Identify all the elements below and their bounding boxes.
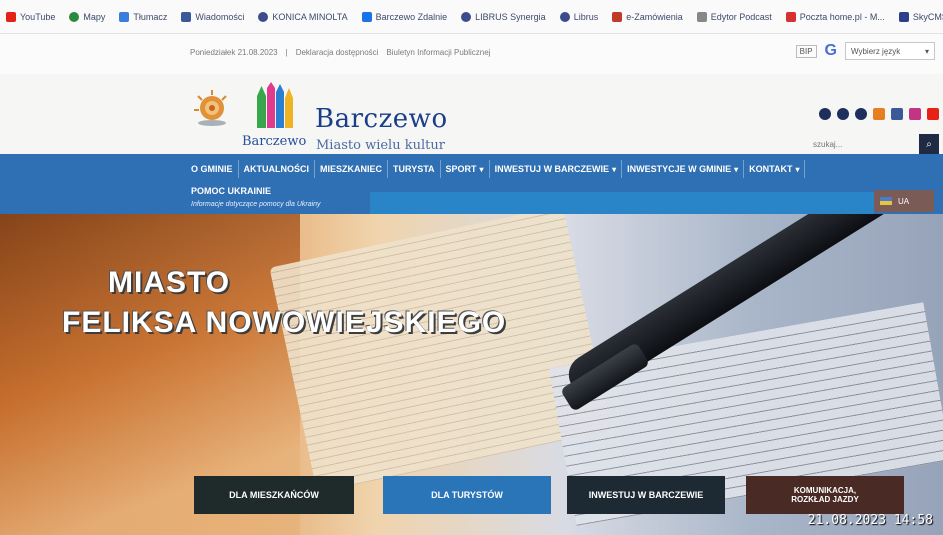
- social-icons: [819, 108, 939, 120]
- komunikacja-button[interactable]: KOMUNIKACJA, ROZKŁAD JAZDY: [746, 476, 904, 514]
- bookmark-barczewo[interactable]: Barczewo Zdalnie: [361, 11, 447, 22]
- bookmark-librus-synergia[interactable]: LIBRUS Synergia: [461, 11, 546, 22]
- bookmark-edytor[interactable]: Edytor Podcast: [696, 11, 772, 22]
- globe-icon: [559, 11, 570, 22]
- search-icon: ⌕: [926, 138, 932, 150]
- bip-link[interactable]: Biuletyn Informacji Publicznej: [386, 48, 490, 57]
- contrast-icon[interactable]: [819, 108, 831, 120]
- bookmark-poczta[interactable]: Poczta home.pl - M...: [785, 11, 885, 22]
- page-icon: [696, 11, 707, 22]
- site-subtitle: Miasto wielu kultur: [316, 138, 445, 153]
- main-nav: O GMINIE AKTUALNOŚCI MIESZKANIEC TURYSTA…: [0, 154, 943, 214]
- bookmark-wiadomosci[interactable]: Wiadomości: [181, 11, 244, 22]
- photo-timestamp: 21.08.2023 14:58: [807, 513, 933, 528]
- globe-icon: [461, 11, 472, 22]
- nav-item-o-gminie[interactable]: O GMINIE: [186, 160, 239, 178]
- search-input[interactable]: [807, 134, 919, 154]
- youtube-icon: [6, 11, 16, 22]
- map-pin-icon: [69, 11, 80, 22]
- triangle-icon: [361, 11, 372, 22]
- nav-item-inwestycje[interactable]: INWESTYCJE W GMINIE: [622, 160, 745, 178]
- rss-icon[interactable]: [873, 108, 885, 120]
- site-header: Barczewo Barczewo Miasto wielu kultur ⌕: [0, 74, 943, 154]
- hero-heading-line1: MIASTO: [108, 266, 231, 299]
- language-select[interactable]: Wybierz język ▾: [845, 42, 935, 60]
- hero-heading-line2: FELIKSA NOWOWIEJSKIEGO: [62, 306, 507, 339]
- nav-strip: [370, 192, 874, 214]
- mail-icon: [785, 11, 796, 22]
- search-button[interactable]: ⌕: [919, 134, 939, 154]
- hero-background-book: [269, 214, 611, 493]
- flag-icon: [612, 11, 623, 22]
- facebook-icon[interactable]: [891, 108, 903, 120]
- nav-item-inwestuj[interactable]: INWESTUJ W BARCZEWIE: [490, 160, 623, 178]
- bookmark-librus[interactable]: Librus: [559, 11, 598, 22]
- inwestuj-button[interactable]: INWESTUJ W BARCZEWIE: [567, 476, 725, 514]
- nav-item-turysta[interactable]: TURYSTA: [388, 160, 441, 178]
- bookmark-ezamowienia[interactable]: e-Zamówienia: [612, 11, 683, 22]
- top-info-bar: Poniedziałek 21.08.2023 | Deklaracja dos…: [0, 34, 943, 74]
- nav-item-kontakt[interactable]: KONTAKT: [744, 160, 806, 178]
- hero-buttons: DLA MIESZKAŃCÓW DLA TURYSTÓW INWESTUJ W …: [0, 476, 943, 516]
- search-row: ⌕: [807, 134, 939, 154]
- bookmark-youtube[interactable]: YouTube: [6, 11, 55, 22]
- globe-icon: [258, 11, 269, 22]
- bip-badge[interactable]: BIP: [795, 44, 817, 58]
- contrast-icon[interactable]: [837, 108, 849, 120]
- accessibility-link[interactable]: Deklaracja dostępności: [296, 48, 379, 57]
- nav-item-pomoc-ukrainie[interactable]: POMOC UKRAINIE: [186, 186, 276, 196]
- logo-caption: Barczewo: [242, 134, 307, 149]
- top-info-left: Poniedziałek 21.08.2023 | Deklaracja dos…: [190, 48, 491, 57]
- bookmarks-bar: YouTube Mapy Tłumacz Wiadomości KONICA M…: [0, 0, 943, 34]
- towers-logo-icon[interactable]: [255, 82, 295, 130]
- youtube-icon[interactable]: [927, 108, 939, 120]
- bookmark-tlumacz[interactable]: Tłumacz: [119, 11, 167, 22]
- book-icon: [898, 11, 909, 22]
- dla-mieszkancow-button[interactable]: DLA MIESZKAŃCÓW: [194, 476, 354, 514]
- nav-item-aktualnosci[interactable]: AKTUALNOŚCI: [239, 160, 316, 178]
- nav-subnote: Informacje dotyczące pomocy dla Ukrainy: [191, 201, 321, 208]
- language-area: BIP G Wybierz język ▾: [795, 42, 935, 60]
- google-translate-icon: G: [824, 42, 837, 59]
- instagram-icon[interactable]: [909, 108, 921, 120]
- bookmark-konica[interactable]: KONICA MINOLTA: [258, 11, 348, 22]
- contrast-icon[interactable]: [855, 108, 867, 120]
- translate-icon: [119, 11, 130, 22]
- ukraine-flag-icon: [880, 197, 892, 205]
- current-date: Poniedziałek 21.08.2023: [190, 48, 278, 57]
- hero-banner: MIASTO FELIKSA NOWOWIEJSKIEGO DLA MIESZK…: [0, 214, 943, 535]
- news-icon: [181, 11, 192, 22]
- dla-turystow-button[interactable]: DLA TURYSTÓW: [383, 476, 551, 514]
- chevron-down-icon: ▾: [924, 46, 929, 56]
- ua-language-button[interactable]: UA: [874, 190, 934, 212]
- nav-item-mieszkaniec[interactable]: MIESZKANIEC: [315, 160, 389, 178]
- nav-item-sport[interactable]: SPORT: [441, 160, 490, 178]
- snail-logo-icon[interactable]: [192, 88, 232, 128]
- bookmark-mapy[interactable]: Mapy: [69, 11, 105, 22]
- nav-row: O GMINIE AKTUALNOŚCI MIESZKANIEC TURYSTA…: [186, 160, 806, 178]
- bookmark-skycms[interactable]: SkyCMS instrukcje: [898, 11, 943, 22]
- site-title[interactable]: Barczewo: [315, 104, 448, 134]
